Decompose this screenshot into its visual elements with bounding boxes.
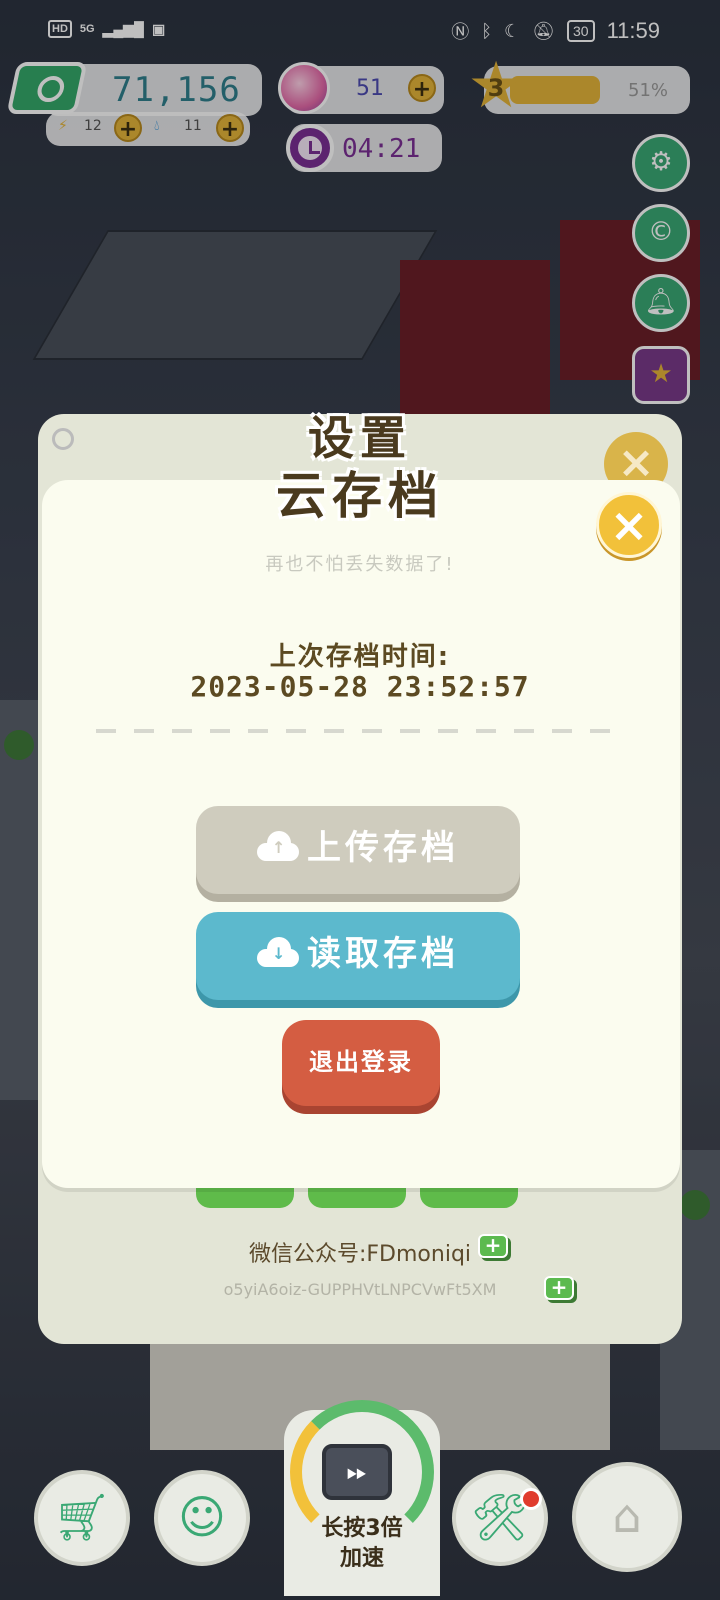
user-openid: o5yiA6oiz-GUPPHVtLNPCVwFt5XM — [223, 1280, 497, 1299]
smile-icon: ☺ — [178, 1490, 226, 1544]
logout-label: 退出登录 — [309, 1048, 413, 1076]
upload-save-button[interactable]: ↑ 上传存档 — [196, 806, 520, 894]
copy-openid-button[interactable]: + — [544, 1276, 574, 1300]
shop-button[interactable]: 🛒︎ — [34, 1470, 130, 1566]
emoji-button[interactable]: ☺ — [154, 1470, 250, 1566]
speed-up-label-line1: 长按3倍 — [321, 1516, 403, 1541]
dashed-divider — [96, 729, 616, 733]
last-save-label: 上次存档时间: — [269, 642, 451, 672]
last-save-time: 2023-05-28 23:52:57 — [190, 670, 530, 703]
speed-up-label: 长按3倍 加速 — [284, 1514, 440, 1574]
upload-save-label: 上传存档 — [307, 828, 459, 868]
home-icon: ⌂ — [612, 1489, 642, 1543]
load-save-label: 读取存档 — [307, 934, 459, 974]
cloud-save-subtitle: 再也不怕丢失数据了! — [265, 554, 455, 575]
notification-dot — [520, 1488, 542, 1510]
wechat-account-label: 微信公众号:FDmoniqi — [248, 1242, 472, 1267]
tools-button[interactable]: 🛠︎ — [452, 1470, 548, 1566]
cloud-save-close-button[interactable]: × — [596, 492, 662, 558]
cloud-upload-icon: ↑ — [257, 830, 299, 861]
close-icon: × — [609, 498, 649, 552]
cloud-download-icon: ↓ — [257, 936, 299, 967]
cart-icon: 🛒︎ — [52, 1490, 112, 1544]
load-save-button[interactable]: ↓ 读取存档 — [196, 912, 520, 1000]
speed-up-label-line2: 加速 — [339, 1546, 384, 1571]
tv-fast-forward-icon: ⏩︎ — [322, 1444, 392, 1500]
copy-wechat-button[interactable]: + — [478, 1234, 508, 1258]
logout-button[interactable]: 退出登录 — [282, 1020, 440, 1106]
home-button[interactable]: ⌂ — [572, 1462, 682, 1572]
